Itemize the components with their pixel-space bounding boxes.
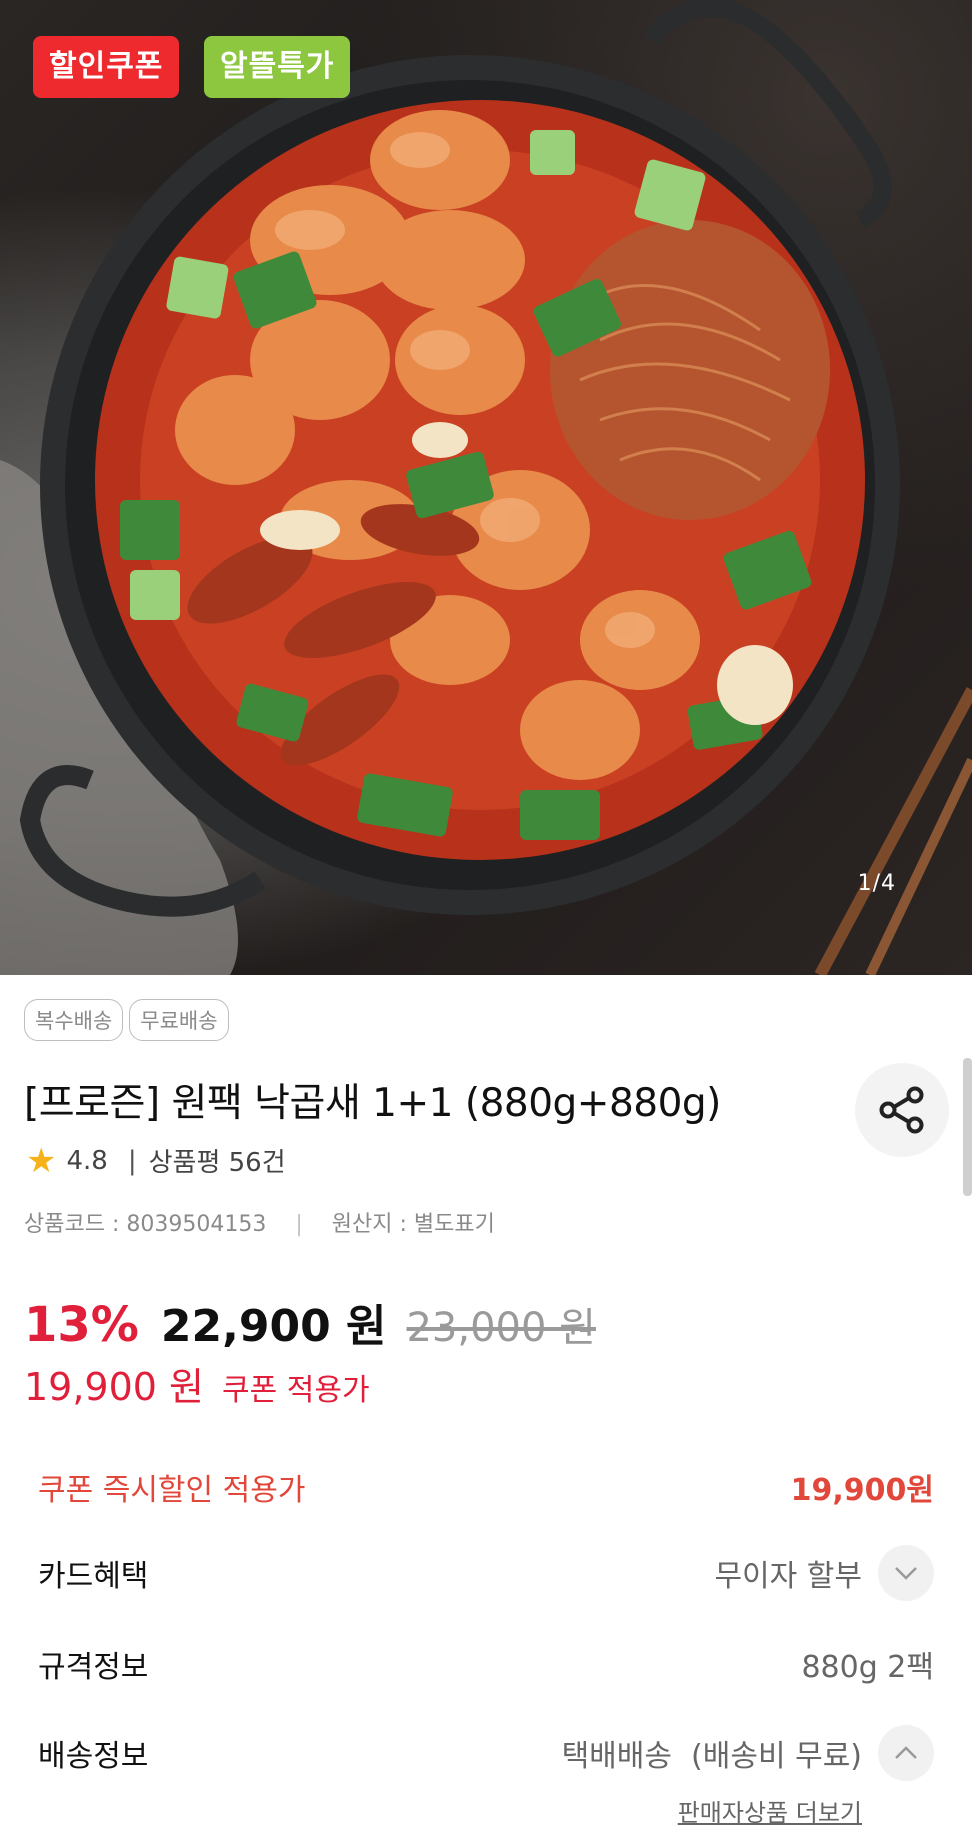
price-row: 13% 22,900 원 23,000 원 <box>24 1290 596 1354</box>
card-benefit-label: 카드혜택 <box>38 1559 149 1594</box>
expand-button[interactable] <box>878 1545 934 1601</box>
delivery-row[interactable]: 배송정보 택배배송 (배송비 무료) <box>38 1725 934 1781</box>
seller-products-link[interactable]: 판매자상품 더보기 <box>678 1793 862 1828</box>
collapse-button[interactable] <box>878 1725 934 1781</box>
delivery-value-wrap: 택배배송 (배송비 무료) <box>562 1725 934 1781</box>
origin: 원산지 : 별도표기 <box>331 1212 495 1237</box>
tag-free-delivery: 무료배송 <box>129 999 229 1041</box>
page-scrollbar[interactable] <box>963 1058 972 1196</box>
product-code: 상품코드 : 8039504153 <box>24 1212 267 1237</box>
chevron-up-icon <box>895 1746 917 1759</box>
card-benefit-value: 무이자 할부 <box>714 1559 862 1594</box>
tag-multi-delivery: 복수배송 <box>24 999 124 1041</box>
image-counter: 1/4 <box>857 871 896 896</box>
spec-label: 규격정보 <box>38 1650 149 1685</box>
spec-row: 규격정보 880g 2팩 <box>38 1642 934 1686</box>
product-title: [프로즌] 원팩 낙곱새 1+1 (880g+880g) <box>24 1081 721 1126</box>
food-illustration <box>0 0 972 975</box>
coupon-apply-label: 쿠폰 즉시할인 적용가 <box>38 1473 306 1508</box>
discount-rate: 13% <box>24 1297 139 1353</box>
delivery-label: 배송정보 <box>38 1739 149 1774</box>
separator: | <box>127 1145 137 1176</box>
share-icon <box>879 1086 924 1134</box>
rating-value: 4.8 <box>66 1145 108 1176</box>
card-benefit-row[interactable]: 카드혜택 무이자 할부 <box>38 1545 934 1601</box>
coupon-price: 19,900 원 <box>24 1365 205 1409</box>
shipping-tags: 복수배송 무료배송 <box>24 999 229 1041</box>
product-image[interactable]: 할인쿠폰 알뜰특가 1/4 <box>0 0 972 975</box>
special-price-badge: 알뜰특가 <box>204 36 351 98</box>
rating-row[interactable]: ★ 4.8 | 상품평 56건 <box>26 1142 286 1179</box>
coupon-apply-row: 쿠폰 즉시할인 적용가 19,900원 <box>38 1465 934 1509</box>
card-benefit-value-wrap: 무이자 할부 <box>714 1545 934 1601</box>
product-meta: 상품코드 : 8039504153 | 원산지 : 별도표기 <box>24 1206 495 1238</box>
coupon-price-row: 19,900 원 쿠폰 적용가 <box>24 1356 370 1411</box>
coupon-price-label: 쿠폰 적용가 <box>222 1373 370 1408</box>
review-count[interactable]: 상품평 56건 <box>149 1142 286 1179</box>
spec-value: 880g 2팩 <box>801 1650 934 1685</box>
sale-price: 22,900 원 <box>160 1301 387 1352</box>
coupon-apply-value: 19,900원 <box>790 1473 934 1508</box>
share-button[interactable] <box>855 1063 949 1157</box>
delivery-value: 택배배송 (배송비 무료) <box>561 1739 862 1774</box>
separator: | <box>295 1212 303 1237</box>
original-price: 23,000 원 <box>406 1305 596 1351</box>
star-icon: ★ <box>26 1140 57 1181</box>
chevron-down-icon <box>895 1567 917 1580</box>
coupon-badge: 할인쿠폰 <box>33 36 180 98</box>
